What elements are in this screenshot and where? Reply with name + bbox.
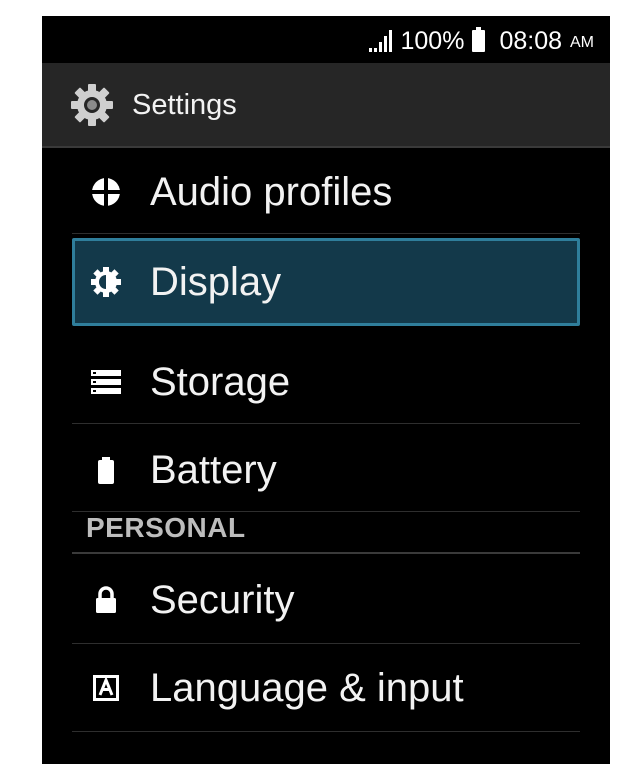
clock-time: 08:08	[499, 26, 562, 55]
section-header-label: PERSONAL	[86, 512, 246, 543]
settings-item-label: Audio profiles	[150, 170, 393, 214]
language-icon	[93, 675, 119, 701]
gear-icon[interactable]	[70, 83, 114, 127]
clock-ampm: AM	[570, 34, 594, 51]
settings-item-language-input[interactable]: Language & input	[72, 644, 580, 732]
status-indicators: 100% 08:08 AM	[369, 26, 594, 56]
settings-item-label: Storage	[150, 360, 291, 404]
battery-percent: 100%	[400, 26, 465, 55]
section-header-personal: PERSONAL	[72, 510, 580, 554]
lock-icon	[96, 586, 116, 613]
settings-item-security[interactable]: Security	[72, 556, 580, 644]
phone-screen: 100% 08:08 AM Settings Audio profiles Di…	[42, 16, 610, 764]
settings-item-audio-profiles[interactable]: Audio profiles	[72, 148, 580, 234]
battery-status-icon	[472, 27, 486, 52]
audio-profiles-icon	[90, 176, 122, 208]
action-bar: Settings	[42, 63, 610, 148]
settings-item-label: Battery	[150, 448, 277, 492]
settings-item-display[interactable]: Display	[72, 238, 580, 326]
storage-icon	[91, 370, 121, 394]
settings-item-storage[interactable]: Storage	[72, 338, 580, 424]
settings-item-label: Display	[150, 260, 282, 304]
display-icon	[91, 267, 121, 297]
settings-item-label: Language & input	[150, 666, 464, 710]
signal-strength-icon	[369, 30, 393, 52]
settings-item-battery[interactable]: Battery	[72, 426, 580, 512]
battery-icon	[98, 457, 114, 484]
status-bar: 100% 08:08 AM	[42, 16, 610, 63]
page-title: Settings	[132, 89, 237, 121]
settings-item-label: Security	[150, 578, 295, 622]
